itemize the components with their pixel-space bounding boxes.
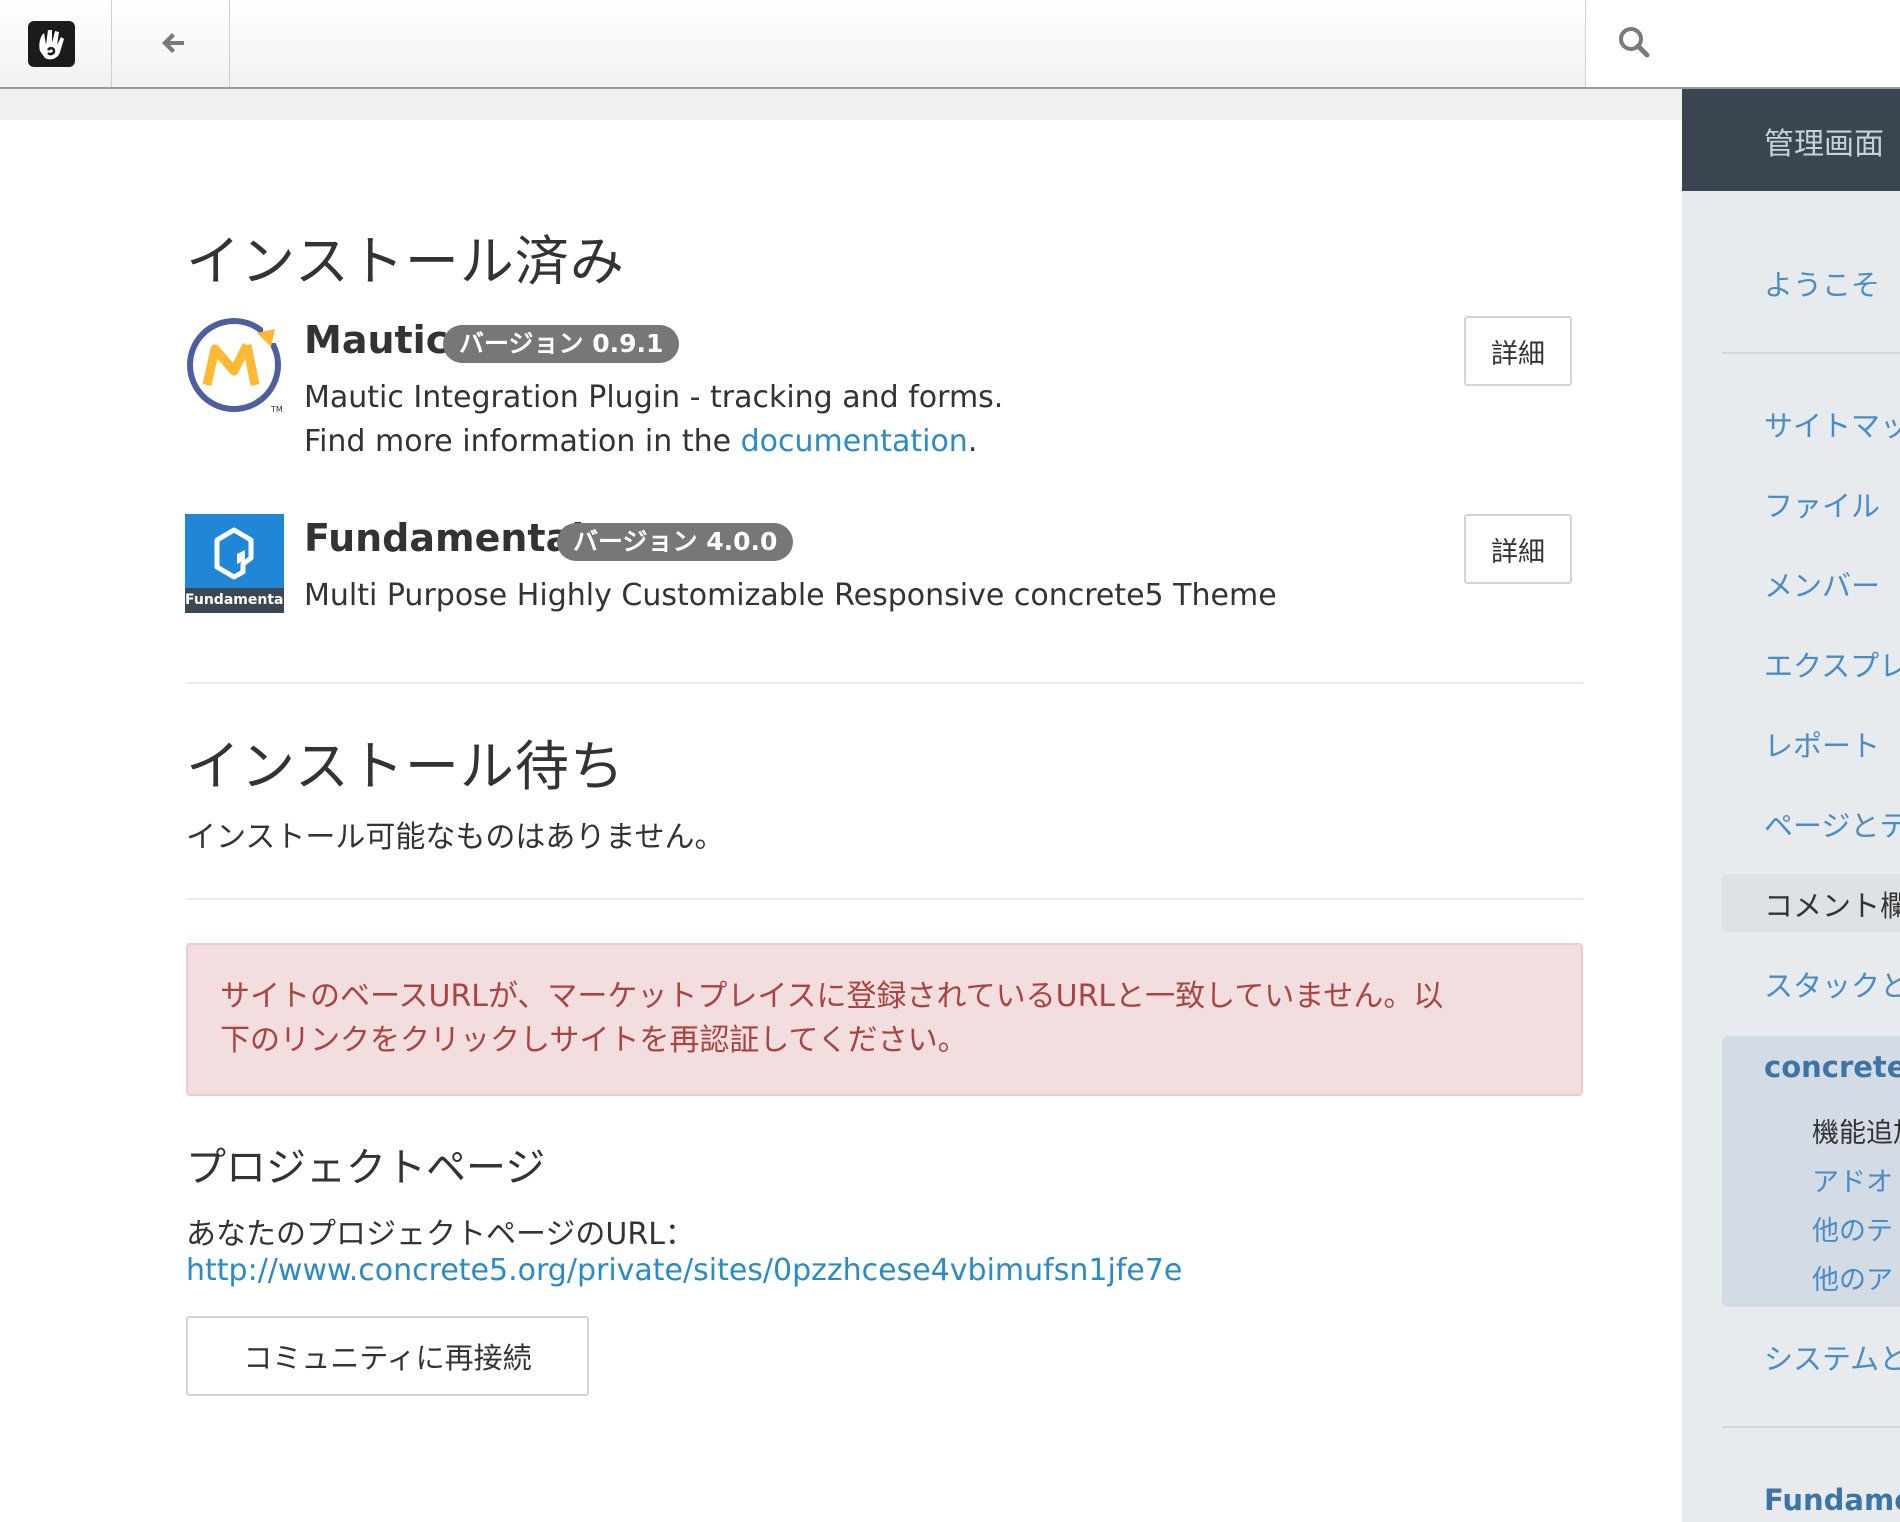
divider xyxy=(186,898,1583,900)
panel-divider xyxy=(1722,352,1900,354)
toolbar-subbar xyxy=(0,89,1682,120)
reconnect-community-button[interactable]: コミュニティに再接続 xyxy=(186,1316,589,1396)
fundamental-details-button[interactable]: 詳細 xyxy=(1464,514,1572,584)
panel-subitem-addons[interactable]: アドオ xyxy=(1812,1160,1893,1199)
package-description-more: Find more information in the documentati… xyxy=(304,420,977,464)
logo-button[interactable] xyxy=(0,0,112,87)
panel-item-marketplace[interactable]: concrete5マ xyxy=(1764,1044,1900,1086)
panel-divider xyxy=(1722,1426,1900,1428)
concrete5-hand-logo-icon xyxy=(28,21,75,67)
panel-item-pages-themes[interactable]: ページとテ xyxy=(1764,803,1900,845)
divider xyxy=(186,682,1583,684)
panel-item-sitemap[interactable]: サイトマッ xyxy=(1764,403,1900,445)
project-url-label: あなたのプロジェクトページのURL： xyxy=(186,1217,695,1252)
package-description: Multi Purpose Highly Customizable Respon… xyxy=(304,578,1277,613)
fundamental-theme-icon: Fundamental xyxy=(185,514,289,613)
panel-item-express[interactable]: エクスプレ xyxy=(1764,643,1900,685)
dashboard-panel: 管理画面 ようこそ サイトマッ ファイル メンバー エクスプレ レポート ページ… xyxy=(1682,89,1900,1522)
pending-heading: インストール待ち xyxy=(186,735,625,798)
alert-line: サイトのベースURLが、マーケットプレイスに登録されているURLと一致していませ… xyxy=(220,979,1444,1014)
search-icon xyxy=(1617,25,1651,59)
fundamental-icon-caption: Fundamental xyxy=(185,592,289,608)
panel-title: 管理画面 xyxy=(1764,127,1884,162)
version-badge: バージョン 4.0.0 xyxy=(557,523,794,561)
package-name: Fundamental xyxy=(304,516,585,560)
panel-subitem-other-addons[interactable]: 他のア xyxy=(1812,1258,1893,1297)
panel-item-members[interactable]: メンバー xyxy=(1764,563,1880,605)
project-url-link[interactable]: http://www.concrete5.org/private/sites/0… xyxy=(186,1253,1182,1288)
description-text: Find more information in the xyxy=(304,424,741,459)
description-period: . xyxy=(967,424,978,459)
panel-item-fundamental[interactable]: Fundamen xyxy=(1764,1483,1900,1517)
package-description: Mautic Integration Plugin - tracking and… xyxy=(304,380,1004,415)
panel-item-system[interactable]: システムと xyxy=(1764,1336,1900,1378)
alert-line: 下のリンクをクリックしサイトを再認証してください。 xyxy=(220,1023,968,1058)
panel-item-reports[interactable]: レポート xyxy=(1764,723,1880,765)
arrow-left-icon xyxy=(158,28,188,58)
panel-header: 管理画面 xyxy=(1682,89,1900,191)
panel-subitem-add-features[interactable]: 機能追加 xyxy=(1812,1111,1900,1150)
panel-subitem-other-themes[interactable]: 他のテ xyxy=(1812,1209,1893,1248)
panel-item-files[interactable]: ファイル xyxy=(1764,483,1880,525)
version-badge: バージョン 0.9.1 xyxy=(443,325,680,363)
svg-text:TM: TM xyxy=(270,405,283,414)
installed-heading: インストール済み xyxy=(186,230,625,293)
panel-item-welcome[interactable]: ようこそ xyxy=(1764,262,1880,304)
url-mismatch-alert: サイトのベースURLが、マーケットプレイスに登録されているURLと一致していませ… xyxy=(186,943,1583,1096)
top-toolbar xyxy=(0,0,1900,89)
mautic-details-button[interactable]: 詳細 xyxy=(1464,316,1572,386)
pending-empty-text: インストール可能なものはありません。 xyxy=(186,820,725,855)
panel-item-stacks[interactable]: スタックと xyxy=(1764,963,1900,1005)
mautic-logo-icon: TM xyxy=(185,315,285,414)
project-heading: プロジェクトページ xyxy=(186,1145,546,1191)
documentation-link[interactable]: documentation xyxy=(741,424,968,459)
package-name: Mautic xyxy=(304,318,449,362)
panel-item-comments[interactable]: コメント欄 xyxy=(1764,883,1900,925)
